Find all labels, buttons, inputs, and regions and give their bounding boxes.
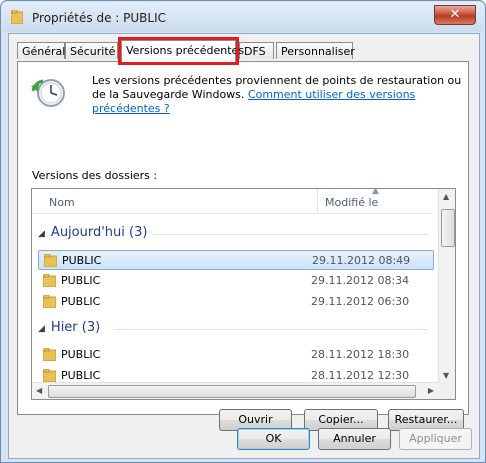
scroll-left-icon[interactable]: ◀ (36, 386, 42, 395)
item-date: 28.11.2012 12:30 (311, 369, 410, 382)
close-icon: ✕ (449, 7, 461, 22)
sort-ascending-icon: ▲ (372, 188, 379, 196)
list-item[interactable]: PUBLIC 28.11.2012 18:30 (38, 345, 434, 365)
tab-dfs[interactable]: DFS (239, 42, 274, 59)
horizontal-scroll-thumb[interactable] (48, 385, 416, 398)
folder-icon (43, 348, 56, 361)
scroll-right-icon[interactable]: ▶ (428, 386, 434, 395)
list-header: Nom ▲ Modifié le (32, 189, 432, 214)
item-date: 28.11.2012 18:30 (311, 348, 410, 361)
item-name: PUBLIC (61, 348, 101, 361)
folder-icon (44, 254, 57, 267)
tab-general[interactable]: Général (17, 42, 65, 59)
folder-icon (11, 10, 23, 24)
item-date: 29.11.2012 06:30 (311, 295, 410, 308)
folder-icon (43, 369, 56, 382)
title-bar[interactable]: Propriétés de : PUBLIC ✕ (2, 2, 484, 32)
column-separator[interactable] (317, 189, 318, 213)
description: Les versions précédentes proviennent de … (92, 74, 462, 116)
group-divider (114, 329, 428, 330)
folder-versions-label: Versions des dossiers : (32, 169, 158, 182)
collapse-chevron-icon[interactable]: ◢ (38, 229, 45, 239)
previous-versions-panel: Les versions précédentes proviennent de … (17, 61, 469, 431)
group-label: Aujourd'hui (3) (50, 225, 148, 240)
group-header-yesterday[interactable]: ◢ Hier (3) (38, 320, 100, 335)
apply-button[interactable]: Appliquer (399, 428, 472, 450)
dialog-client-area: Général Sécurité Versions précédentes DF… (8, 33, 480, 459)
item-name: PUBLIC (61, 274, 101, 287)
group-divider (152, 234, 428, 235)
list-item[interactable]: PUBLIC 29.11.2012 06:30 (38, 292, 434, 312)
close-button[interactable]: ✕ (434, 5, 476, 25)
scroll-up-icon[interactable]: ▲ (443, 192, 449, 201)
group-label: Hier (3) (50, 320, 101, 335)
scrollbar-corner (438, 382, 455, 399)
properties-dialog: Propriétés de : PUBLIC ✕ Général Sécurit… (0, 0, 486, 463)
item-name: PUBLIC (61, 295, 101, 308)
horizontal-scrollbar[interactable]: ◀ ▶ (32, 382, 438, 399)
scroll-down-icon[interactable]: ▼ (443, 371, 449, 380)
item-date: 29.11.2012 08:34 (311, 274, 410, 287)
item-date: 29.11.2012 08:49 (312, 254, 411, 267)
list-item[interactable]: PUBLIC 29.11.2012 08:49 (38, 250, 434, 270)
column-modified[interactable]: Modifié le (325, 196, 378, 209)
vertical-scroll-thumb[interactable] (441, 209, 455, 247)
versions-list[interactable]: Nom ▲ Modifié le ◢ Aujourd'hui (3) PUBLIC… (31, 188, 456, 400)
column-name[interactable]: Nom (49, 196, 75, 209)
item-name: PUBLIC (62, 254, 102, 267)
item-name: PUBLIC (61, 369, 101, 382)
window-title: Propriétés de : PUBLIC (32, 11, 166, 25)
system-restore-icon (31, 79, 65, 107)
tab-security[interactable]: Sécurité (65, 42, 118, 59)
cancel-button[interactable]: Annuler (318, 428, 391, 450)
folder-icon (43, 295, 56, 308)
tab-previous-versions[interactable]: Versions précédentes (118, 37, 244, 65)
list-item[interactable]: PUBLIC 29.11.2012 08:34 (38, 271, 434, 291)
group-header-today[interactable]: ◢ Aujourd'hui (3) (38, 225, 147, 240)
ok-button[interactable]: OK (237, 428, 310, 450)
collapse-chevron-icon[interactable]: ◢ (38, 324, 45, 334)
tab-customize[interactable]: Personnaliser (276, 42, 355, 59)
folder-icon (43, 274, 56, 287)
vertical-scrollbar[interactable]: ▲ ▼ (438, 189, 455, 383)
